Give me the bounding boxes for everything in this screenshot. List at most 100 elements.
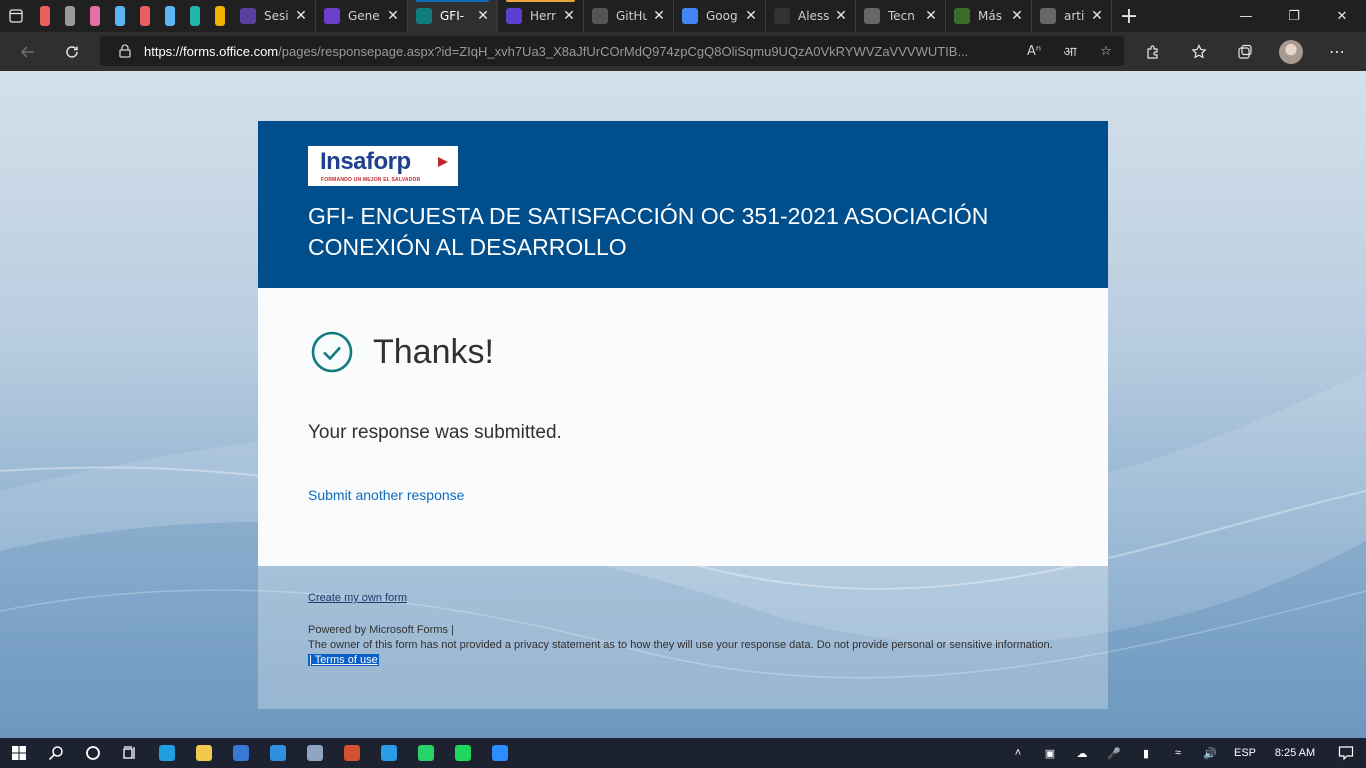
- language-indicator[interactable]: ESP: [1226, 747, 1264, 759]
- create-my-own-form-link[interactable]: Create my own form: [308, 592, 407, 604]
- pinned-tab[interactable]: [157, 0, 182, 32]
- restore-button[interactable]: ❐: [1270, 0, 1318, 32]
- address-bar[interactable]: https://forms.office.com/pages/responsep…: [100, 36, 1124, 66]
- mail-icon-glyph: [269, 745, 286, 761]
- tab-actions-menu-icon[interactable]: [0, 0, 32, 32]
- whatsapp-icon[interactable]: [407, 738, 444, 768]
- minimize-button[interactable]: —: [1222, 0, 1270, 32]
- pinned-tab[interactable]: [57, 0, 82, 32]
- pinned-tab[interactable]: [132, 0, 157, 32]
- volume-icon[interactable]: 🔊: [1194, 738, 1226, 768]
- browser-tab[interactable]: artifi ✕: [1032, 0, 1112, 32]
- pinned-tab[interactable]: [82, 0, 107, 32]
- url-text[interactable]: https://forms.office.com/pages/responsep…: [144, 44, 1016, 59]
- form-header: Insaforp FORMANDO UN MEJOR EL SALVADOR G…: [258, 121, 1108, 288]
- checkmark-circle-icon: [311, 331, 353, 373]
- browser-tab[interactable]: GitHu ✕: [584, 0, 674, 32]
- tab-favicon-icon: [954, 8, 970, 24]
- spotify-icon[interactable]: [444, 738, 481, 768]
- pinned-tab-icon: [114, 6, 125, 26]
- tab-title: Tecn: [888, 9, 915, 23]
- avatar: [1279, 39, 1303, 64]
- tab-close-icon[interactable]: ✕: [385, 8, 401, 24]
- lock-icon[interactable]: [110, 44, 140, 58]
- browser-tab[interactable]: Gene ✕: [316, 0, 408, 32]
- tab-title: GFI-: [440, 9, 465, 23]
- zoom-icon[interactable]: [481, 738, 518, 768]
- meet-now-icon[interactable]: ▣: [1034, 738, 1066, 768]
- chevron-up-icon[interactable]: ˄: [1002, 738, 1034, 768]
- vscode-icon[interactable]: [370, 738, 407, 768]
- pinned-tab[interactable]: [207, 0, 232, 32]
- photos-icon[interactable]: [296, 738, 333, 768]
- clock[interactable]: 8:25 AM: [1264, 747, 1326, 759]
- tab-title: Más: [978, 9, 1002, 23]
- form-footer: Create my own form Powered by Microsoft …: [258, 566, 1108, 709]
- browser-tab-strip: Sesió✕Gene✕GFI-✕Herra✕GitHu✕Goog✕Aless✕T…: [0, 0, 1366, 32]
- pinned-tab-icon: [89, 6, 100, 26]
- windows-start-icon[interactable]: [0, 738, 37, 768]
- close-window-button[interactable]: ✕: [1318, 0, 1366, 32]
- back-arrow-icon[interactable]: [10, 34, 46, 70]
- tab-close-icon[interactable]: ✕: [651, 8, 667, 24]
- read-aloud-icon[interactable]: Aⁿ: [1016, 36, 1052, 66]
- notifications-icon[interactable]: [1326, 738, 1366, 768]
- settings-more-icon[interactable]: ⋯: [1314, 34, 1360, 70]
- translate-icon[interactable]: आ: [1052, 36, 1088, 66]
- vscode-icon-glyph: [380, 745, 397, 761]
- browser-tab[interactable]: Aless ✕: [766, 0, 856, 32]
- browser-tab[interactable]: Sesió ✕: [232, 0, 316, 32]
- tab-title: Gene: [348, 9, 380, 23]
- tab-close-icon[interactable]: ✕: [293, 8, 309, 24]
- profile-avatar[interactable]: [1268, 34, 1314, 70]
- browser-tab[interactable]: Goog ✕: [674, 0, 766, 32]
- terms-of-use-link[interactable]: | Terms of use: [308, 654, 379, 666]
- tab-close-icon[interactable]: ✕: [743, 8, 759, 24]
- task-view-icon[interactable]: [111, 738, 148, 768]
- mail-icon[interactable]: [259, 738, 296, 768]
- onedrive-icon[interactable]: ☁: [1066, 738, 1098, 768]
- pinned-tab-icon: [189, 6, 200, 26]
- cortana-icon[interactable]: [74, 738, 111, 768]
- extensions-icon[interactable]: [1130, 34, 1176, 70]
- submitted-message: Your response was submitted.: [308, 422, 562, 443]
- tab-close-icon[interactable]: ✕: [833, 8, 849, 24]
- search-icon[interactable]: [37, 738, 74, 768]
- tab-favicon-icon: [1040, 8, 1056, 24]
- confirmation-body: Thanks! Your response was submitted. Sub…: [258, 288, 1108, 566]
- pinned-tab[interactable]: [182, 0, 207, 32]
- powerpoint-icon[interactable]: [333, 738, 370, 768]
- pinned-tab-icon: [39, 6, 50, 26]
- pinned-tab[interactable]: [107, 0, 132, 32]
- edge-icon[interactable]: [148, 738, 185, 768]
- microphone-icon[interactable]: 🎤: [1098, 738, 1130, 768]
- store-icon[interactable]: [222, 738, 259, 768]
- browser-tab[interactable]: Herra ✕: [498, 0, 584, 32]
- url-host: https://forms.office.com: [144, 43, 279, 59]
- favorites-icon[interactable]: [1176, 34, 1222, 70]
- wifi-icon[interactable]: ≈: [1162, 738, 1194, 768]
- browser-tab[interactable]: Tecn ✕: [856, 0, 946, 32]
- tab-favicon-icon: [864, 8, 880, 24]
- collections-icon[interactable]: [1222, 34, 1268, 70]
- favorite-add-icon[interactable]: ☆: [1088, 36, 1124, 66]
- system-tray: ˄ ▣ ☁ 🎤 ▮ ≈ 🔊 ESP 8:25 AM: [1002, 738, 1366, 768]
- tab-close-icon[interactable]: ✕: [475, 8, 491, 24]
- file-explorer-icon[interactable]: [185, 738, 222, 768]
- tab-close-icon[interactable]: ✕: [1089, 8, 1105, 24]
- battery-icon[interactable]: ▮: [1130, 738, 1162, 768]
- pinned-tab-icon: [214, 6, 225, 26]
- browser-tab[interactable]: Más ✕: [946, 0, 1032, 32]
- tab-close-icon[interactable]: ✕: [923, 8, 939, 24]
- privacy-notice-text: The owner of this form has not provided …: [308, 639, 1053, 651]
- tab-close-icon[interactable]: ✕: [561, 8, 577, 24]
- tab-close-icon[interactable]: ✕: [1009, 8, 1025, 24]
- tab-favicon-icon: [506, 8, 522, 24]
- store-icon-glyph: [232, 745, 249, 761]
- pinned-tab[interactable]: [32, 0, 57, 32]
- submit-another-response-link[interactable]: Submit another response: [308, 487, 464, 503]
- tab-title: Aless: [798, 9, 829, 23]
- refresh-icon[interactable]: [54, 34, 90, 70]
- browser-tab[interactable]: GFI- ✕: [408, 0, 498, 32]
- new-tab-button[interactable]: +: [1112, 0, 1146, 32]
